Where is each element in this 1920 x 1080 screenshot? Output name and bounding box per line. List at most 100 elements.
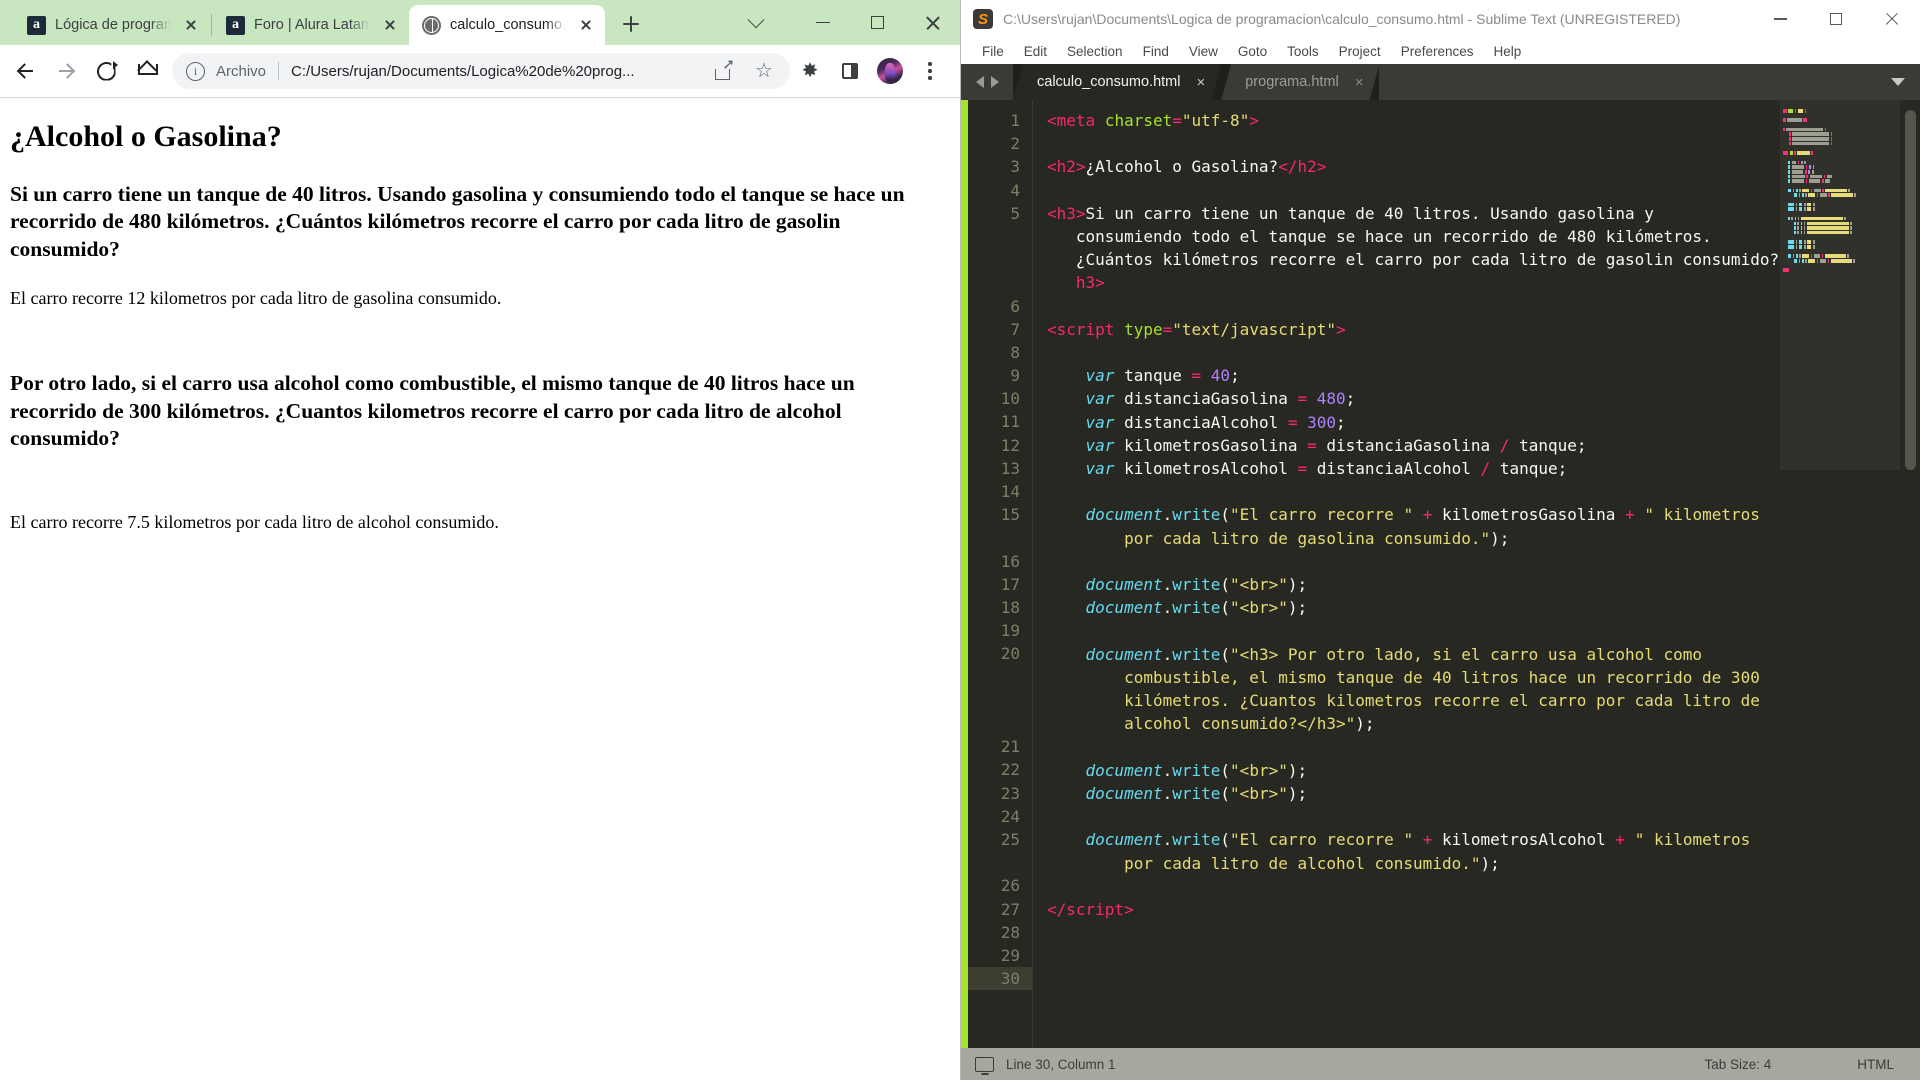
line-number: 25 [1000, 829, 1020, 849]
line-number: 18 [1000, 598, 1020, 617]
sublime-menu-bar: File Edit Selection Find View Goto Tools… [961, 38, 1920, 64]
line-number: 8 [1010, 342, 1020, 362]
avatar[interactable] [870, 51, 910, 91]
menu-item-goto[interactable]: Goto [1228, 44, 1277, 59]
menu-item-project[interactable]: Project [1329, 44, 1391, 59]
kebab-menu-icon[interactable] [910, 51, 950, 91]
line-number: 20 [1000, 644, 1020, 664]
browser-minimize-button[interactable] [795, 0, 850, 45]
syntax-label[interactable]: HTML [1857, 1057, 1894, 1072]
sublime-logo-icon: S [973, 9, 993, 29]
line-number: 9 [1010, 366, 1020, 386]
sublime-title-bar: S C:\Users\rujan\Documents\Logica de pro… [961, 0, 1920, 38]
line-number: 7 [1010, 319, 1020, 339]
code-editor-area[interactable]: <meta charset="utf-8"> <h2>¿Alcohol o Ga… [1032, 100, 1920, 1048]
new-tab-button[interactable] [615, 8, 647, 40]
sublime-status-bar: Line 30, Column 1 Tab Size: 4 HTML [961, 1048, 1920, 1080]
editor-tab-programa[interactable]: programa.html × [1221, 64, 1379, 100]
prev-arrow-icon[interactable] [975, 76, 984, 88]
chevron-down-icon[interactable] [1876, 64, 1920, 100]
info-circle-icon[interactable] [186, 61, 205, 81]
line-number: 1 [1010, 111, 1020, 130]
menu-item-view[interactable]: View [1179, 44, 1228, 59]
line-number: 3 [1010, 157, 1020, 177]
forward-arrow-icon[interactable] [46, 51, 86, 91]
browser-tab-strip: a Lógica de program a Foro | Alura Latam… [0, 0, 960, 45]
line-number: 28 [1000, 922, 1020, 942]
back-arrow-icon[interactable] [6, 51, 46, 91]
line-number: 6 [1010, 296, 1020, 316]
browser-tab-2[interactable]: a Foro | Alura Latam [213, 5, 409, 45]
menu-item-edit[interactable]: Edit [1014, 44, 1057, 59]
browser-toolbar: Archivo C:/Users/rujan/Documents/Logica%… [0, 45, 960, 97]
line-number: 30 [968, 967, 1032, 991]
cursor-position: Line 30, Column 1 [1006, 1056, 1116, 1072]
menu-item-find[interactable]: Find [1133, 44, 1179, 59]
browser-tab-1-title: Lógica de program [55, 17, 171, 33]
line-number: 21 [1000, 737, 1020, 757]
menu-item-file[interactable]: File [972, 44, 1014, 59]
alura-icon: a [226, 15, 245, 35]
browser-close-button[interactable] [905, 0, 960, 45]
rendered-web-page: ¿Alcohol o Gasolina? Si un carro tiene u… [0, 97, 960, 1080]
star-icon[interactable]: ☆ [744, 51, 784, 91]
status-right-group: Tab Size: 4 HTML [1704, 1057, 1894, 1072]
side-panel-icon[interactable] [830, 51, 870, 91]
globe-icon [422, 15, 441, 35]
browser-tab-1-close-icon[interactable] [180, 14, 202, 36]
home-icon[interactable] [126, 51, 166, 91]
browser-tab-3-close-icon[interactable] [575, 14, 597, 36]
address-scheme-label: Archivo [216, 62, 267, 80]
address-divider [278, 62, 280, 80]
line-number: 12 [1000, 435, 1020, 455]
editor-tab-close-icon[interactable]: × [1355, 74, 1364, 91]
tab-divider [211, 14, 212, 36]
browser-tab-3[interactable]: calculo_consumo.h [409, 5, 605, 45]
editor-scrollbar[interactable] [1905, 110, 1916, 470]
line-number-gutter: 1 2 3 4 5 6 7 8 9 10 11 12 13 14 15 16 17 18 19 20 21 22 23 24 2… [968, 100, 1032, 1048]
line-number: 15 [1000, 505, 1020, 525]
sublime-maximize-button[interactable] [1808, 0, 1864, 38]
question-alcohol: Por otro lado, si el carro usa alcohol c… [10, 371, 855, 451]
tab-search-chevron-down-icon[interactable] [737, 4, 775, 42]
line-number: 10 [1000, 389, 1020, 409]
gutter-accent-bar [961, 100, 968, 1048]
menu-item-selection[interactable]: Selection [1057, 44, 1133, 59]
line-number: 27 [1000, 899, 1020, 919]
tab-bar-filler [1379, 64, 1876, 100]
sublime-minimize-button[interactable] [1752, 0, 1808, 38]
reload-icon[interactable] [86, 51, 126, 91]
next-arrow-icon[interactable] [990, 76, 999, 88]
address-url-text[interactable]: C:/Users/rujan/Documents/Logica%20de%20p… [291, 63, 704, 80]
line-number: 11 [1000, 412, 1020, 432]
tab-size-label[interactable]: Tab Size: 4 [1704, 1057, 1771, 1072]
menu-item-preferences[interactable]: Preferences [1391, 44, 1484, 59]
browser-tab-3-title: calculo_consumo.h [450, 17, 566, 33]
sublime-tab-bar: calculo_consumo.html × programa.html × [961, 64, 1920, 100]
chrome-browser-window: a Lógica de program a Foro | Alura Latam… [0, 0, 960, 1080]
sublime-text-window: S C:\Users\rujan\Documents\Logica de pro… [960, 0, 1920, 1080]
browser-tab-2-close-icon[interactable] [379, 14, 401, 36]
layout-icon[interactable] [975, 1056, 994, 1072]
share-icon[interactable] [704, 51, 744, 91]
minimap-viewport[interactable] [1780, 100, 1900, 470]
answer-alcohol: El carro recorre 7.5 kilometros por cada… [10, 511, 499, 532]
editor-tab-label: calculo_consumo.html [1037, 74, 1181, 90]
line-number: 14 [1000, 482, 1020, 502]
browser-tab-1[interactable]: a Lógica de program [14, 5, 210, 45]
sublime-close-button[interactable] [1864, 0, 1920, 38]
editor-tab-calculo-consumo[interactable]: calculo_consumo.html × [1013, 64, 1221, 100]
sublime-title-text: C:\Users\rujan\Documents\Logica de progr… [1003, 11, 1681, 27]
address-bar[interactable]: Archivo C:/Users/rujan/Documents/Logica%… [172, 53, 790, 89]
browser-maximize-button[interactable] [850, 0, 905, 45]
puzzle-icon[interactable]: ✸ [790, 51, 830, 91]
editor-tab-close-icon[interactable]: × [1196, 74, 1205, 91]
line-number: 13 [1000, 458, 1020, 478]
line-number: 24 [1000, 806, 1020, 826]
menu-item-tools[interactable]: Tools [1277, 44, 1329, 59]
sublime-window-controls [1752, 0, 1920, 38]
menu-item-help[interactable]: Help [1484, 44, 1532, 59]
browser-titlebar-controls [737, 0, 960, 45]
code-minimap[interactable] [1780, 100, 1900, 1048]
